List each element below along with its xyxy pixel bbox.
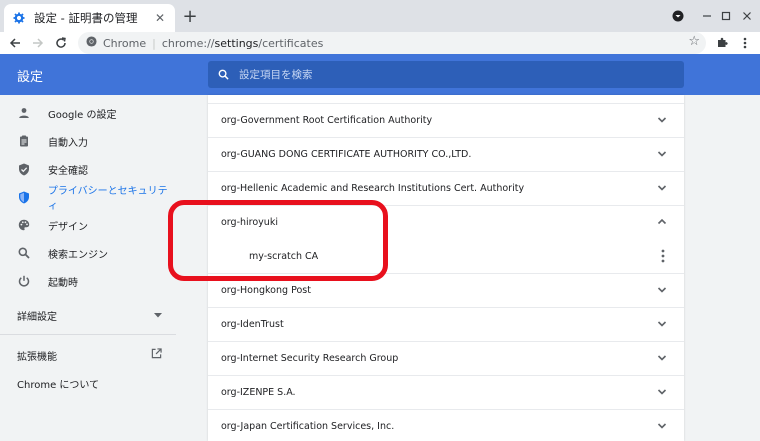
sidebar-item-extensions[interactable]: 拡張機能 [0,341,176,369]
chrome-logo-icon [86,36,97,50]
settings-search-input[interactable] [239,68,639,81]
sidebar-item-autofill[interactable]: 自動入力 [0,127,176,155]
chevron-down-icon[interactable] [656,114,668,126]
close-window-icon[interactable] [737,6,757,26]
sidebar-item-search-engine[interactable]: 検索エンジン [0,239,176,267]
certificate-org-row[interactable]: org-Government Root Certification Author… [208,103,684,137]
forward-icon[interactable] [28,33,48,53]
chevron-down-icon[interactable] [656,420,668,432]
clipboard-icon [17,134,31,148]
bookmark-star-icon[interactable]: ☆ [688,34,700,49]
shield-icon [17,190,31,204]
back-icon[interactable] [5,33,25,53]
sidebar-item-label: 起動時 [48,277,78,289]
chevron-up-icon[interactable] [656,216,668,228]
certificate-org-row[interactable]: org-Internet Security Research Group [208,341,684,375]
sidebar-divider [0,334,176,335]
certificate-org-label: org-IdenTrust [221,319,284,330]
search-icon [17,246,31,260]
chevron-down-icon[interactable] [656,182,668,194]
omnibox-separator: | [152,36,156,50]
person-icon [17,106,31,120]
tab-close-icon[interactable]: ✕ [153,11,167,25]
sidebar-item-appearance[interactable]: デザイン [0,211,176,239]
certificate-org-row[interactable]: org-IdenTrust [208,307,684,341]
settings-header: 設定 [0,54,760,95]
certificate-org-label: org-Hellenic Academic and Research Insti… [221,183,525,194]
highlight-annotation [168,200,388,281]
address-bar[interactable]: Chrome | chrome://settings/certificates … [78,32,706,54]
sidebar-item-safety-check[interactable]: 安全確認 [0,155,176,183]
certificate-org-row[interactable]: org-Japan Certification Services, Inc. [208,409,684,441]
sidebar-advanced-label: 詳細設定 [17,311,57,323]
sidebar-item-label: プライバシーとセキュリティ [47,186,168,212]
sidebar-item-label: デザイン [48,221,88,233]
minimize-icon[interactable] [697,6,717,26]
settings-search-box[interactable] [208,61,684,88]
tab-title: 設定 - 証明書の管理 [34,11,138,25]
caret-down-icon [154,310,162,321]
chevron-down-icon[interactable] [656,284,668,296]
chevron-down-icon[interactable] [656,148,668,160]
sidebar-item-label: 検索エンジン [48,249,108,261]
chevron-down-icon[interactable] [656,352,668,364]
tab-strip: 設定 - 証明書の管理 ✕ + [0,0,760,32]
chevron-down-icon[interactable] [656,386,668,398]
sidebar-item-on-startup[interactable]: 起動時 [0,267,176,295]
certificate-org-label: org-Government Root Certification Author… [221,115,433,126]
open-in-new-icon [151,348,162,362]
more-actions-icon[interactable] [660,248,666,264]
maximize-icon[interactable] [716,6,736,26]
certificate-org-label: org-Japan Certification Services, Inc. [221,421,395,432]
profile-dropdown-icon[interactable] [668,6,688,26]
omnibox-chip: Chrome [103,36,147,50]
url-scheme: chrome:// [161,36,215,50]
certificate-org-label: org-Hongkong Post [221,285,311,296]
reload-icon[interactable] [51,33,71,53]
certificate-org-label: org-IZENPE S.A. [221,387,296,398]
extensions-puzzle-icon[interactable] [712,33,732,53]
settings-title: 設定 [17,70,44,85]
menu-kebab-icon[interactable] [735,33,755,53]
sidebar-advanced-toggle[interactable]: 詳細設定 [0,301,176,329]
url-host: settings [214,36,259,50]
sidebar-item-label: Chrome について [17,379,100,391]
certificate-org-label: org-Internet Security Research Group [221,353,399,364]
sidebar-item-label: 安全確認 [48,165,88,177]
sidebar-item-label: Google の設定 [48,109,117,121]
shield-check-icon [17,162,31,176]
settings-sidebar: Google の設定 自動入力 安全確認 プライバシーとセキュリティ デザイン … [0,95,176,441]
certificate-org-label: org-GUANG DONG CERTIFICATE AUTHORITY CO.… [221,149,472,160]
url-path: /certificates [258,36,324,50]
sidebar-item-about-chrome[interactable]: Chrome について [0,369,176,397]
palette-icon [17,218,31,232]
sidebar-item-google[interactable]: Google の設定 [0,99,176,127]
certificate-org-row[interactable]: org-GUANG DONG CERTIFICATE AUTHORITY CO.… [208,137,684,171]
sidebar-item-privacy-security[interactable]: プライバシーとセキュリティ [0,183,176,212]
power-icon [17,274,31,288]
settings-gear-icon [12,11,26,25]
browser-toolbar: Chrome | chrome://settings/certificates … [0,32,760,54]
search-icon [218,65,229,84]
certificate-org-row[interactable]: org-IZENPE S.A. [208,375,684,409]
browser-tab[interactable]: 設定 - 証明書の管理 ✕ [4,4,175,32]
chevron-down-icon[interactable] [656,318,668,330]
sidebar-item-label: 自動入力 [48,137,88,149]
sidebar-item-label: 拡張機能 [17,351,57,363]
new-tab-icon[interactable]: + [180,6,200,27]
